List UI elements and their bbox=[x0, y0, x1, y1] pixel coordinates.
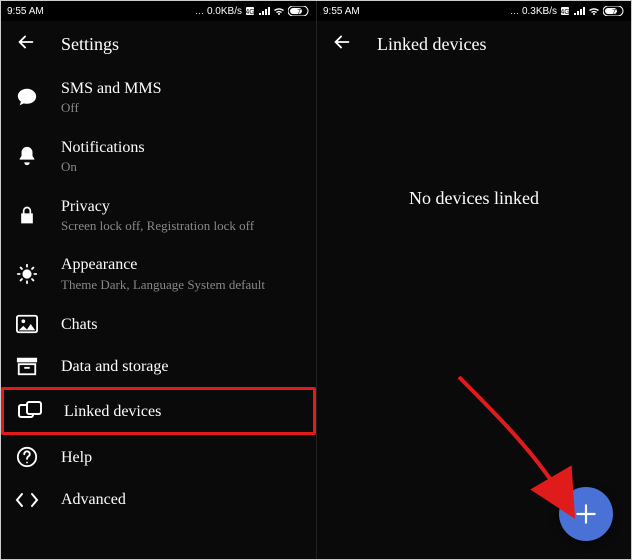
sim-icon: 4G bbox=[560, 6, 570, 16]
svg-text:4G: 4G bbox=[245, 9, 254, 16]
status-icons: … 0.3KB/s 4G 73 bbox=[510, 6, 625, 17]
item-sub: Screen lock off, Registration lock off bbox=[61, 218, 302, 234]
item-sub: Off bbox=[61, 100, 302, 116]
svg-text:73: 73 bbox=[297, 9, 305, 16]
empty-state-text: No devices linked bbox=[317, 68, 631, 559]
settings-item-sms[interactable]: SMS and MMS Off bbox=[1, 68, 316, 127]
wifi-icon bbox=[588, 6, 600, 16]
status-bar: 9:55 AM … 0.3KB/s 4G 73 bbox=[317, 1, 631, 21]
wifi-icon bbox=[273, 6, 285, 16]
plus-icon bbox=[573, 501, 599, 527]
item-label: Appearance bbox=[61, 255, 302, 274]
item-label: Chats bbox=[61, 315, 302, 334]
code-icon bbox=[15, 492, 39, 508]
settings-item-privacy[interactable]: Privacy Screen lock off, Registration lo… bbox=[1, 186, 316, 245]
phone-settings: 9:55 AM … 0.0KB/s 4G 73 Settings SMS and… bbox=[1, 1, 316, 559]
settings-item-appearance[interactable]: Appearance Theme Dark, Language System d… bbox=[1, 244, 316, 303]
signal-icon bbox=[573, 6, 585, 16]
item-label: Data and storage bbox=[61, 357, 302, 376]
settings-item-chats[interactable]: Chats bbox=[1, 303, 316, 345]
archive-icon bbox=[15, 356, 39, 376]
back-icon[interactable] bbox=[15, 31, 37, 58]
item-label: Privacy bbox=[61, 197, 302, 216]
settings-item-notifications[interactable]: Notifications On bbox=[1, 127, 316, 186]
help-circle-icon bbox=[15, 446, 39, 468]
settings-item-help[interactable]: Help bbox=[1, 435, 316, 479]
svg-text:4G: 4G bbox=[560, 9, 569, 16]
status-bar: 9:55 AM … 0.0KB/s 4G 73 bbox=[1, 1, 316, 21]
status-icons: … 0.0KB/s 4G 73 bbox=[195, 6, 310, 17]
lock-icon bbox=[15, 204, 39, 226]
item-sub: Theme Dark, Language System default bbox=[61, 277, 302, 293]
battery-icon: 73 bbox=[288, 6, 310, 16]
signal-icon bbox=[258, 6, 270, 16]
dots-icon: … bbox=[195, 6, 204, 16]
item-sub: On bbox=[61, 159, 302, 175]
phone-linked-devices: 9:55 AM … 0.3KB/s 4G 73 Linked devices N… bbox=[316, 1, 631, 559]
bell-icon bbox=[15, 145, 39, 167]
add-device-fab[interactable] bbox=[559, 487, 613, 541]
dots-icon: … bbox=[510, 6, 519, 16]
header-title: Linked devices bbox=[377, 34, 486, 55]
item-label: Linked devices bbox=[64, 402, 299, 421]
clock-text: 9:55 AM bbox=[7, 6, 44, 17]
clock-text: 9:55 AM bbox=[323, 6, 360, 17]
settings-list: SMS and MMS Off Notifications On Privacy… bbox=[1, 68, 316, 559]
devices-icon bbox=[18, 401, 42, 421]
chat-bubble-icon bbox=[15, 86, 39, 108]
image-icon bbox=[15, 314, 39, 334]
sim-icon: 4G bbox=[245, 6, 255, 16]
battery-icon: 73 bbox=[603, 6, 625, 16]
sun-icon bbox=[15, 263, 39, 285]
item-label: Notifications bbox=[61, 138, 302, 157]
item-label: Advanced bbox=[61, 490, 302, 509]
net-speed-text: 0.0KB/s bbox=[207, 6, 242, 17]
item-label: SMS and MMS bbox=[61, 79, 302, 98]
svg-text:73: 73 bbox=[612, 9, 620, 16]
settings-item-data-storage[interactable]: Data and storage bbox=[1, 345, 316, 387]
app-header: Linked devices bbox=[317, 21, 631, 68]
settings-item-advanced[interactable]: Advanced bbox=[1, 479, 316, 520]
header-title: Settings bbox=[61, 34, 119, 55]
settings-item-linked-devices[interactable]: Linked devices bbox=[1, 387, 316, 435]
net-speed-text: 0.3KB/s bbox=[522, 6, 557, 17]
app-header: Settings bbox=[1, 21, 316, 68]
item-label: Help bbox=[61, 448, 302, 467]
back-icon[interactable] bbox=[331, 31, 353, 58]
